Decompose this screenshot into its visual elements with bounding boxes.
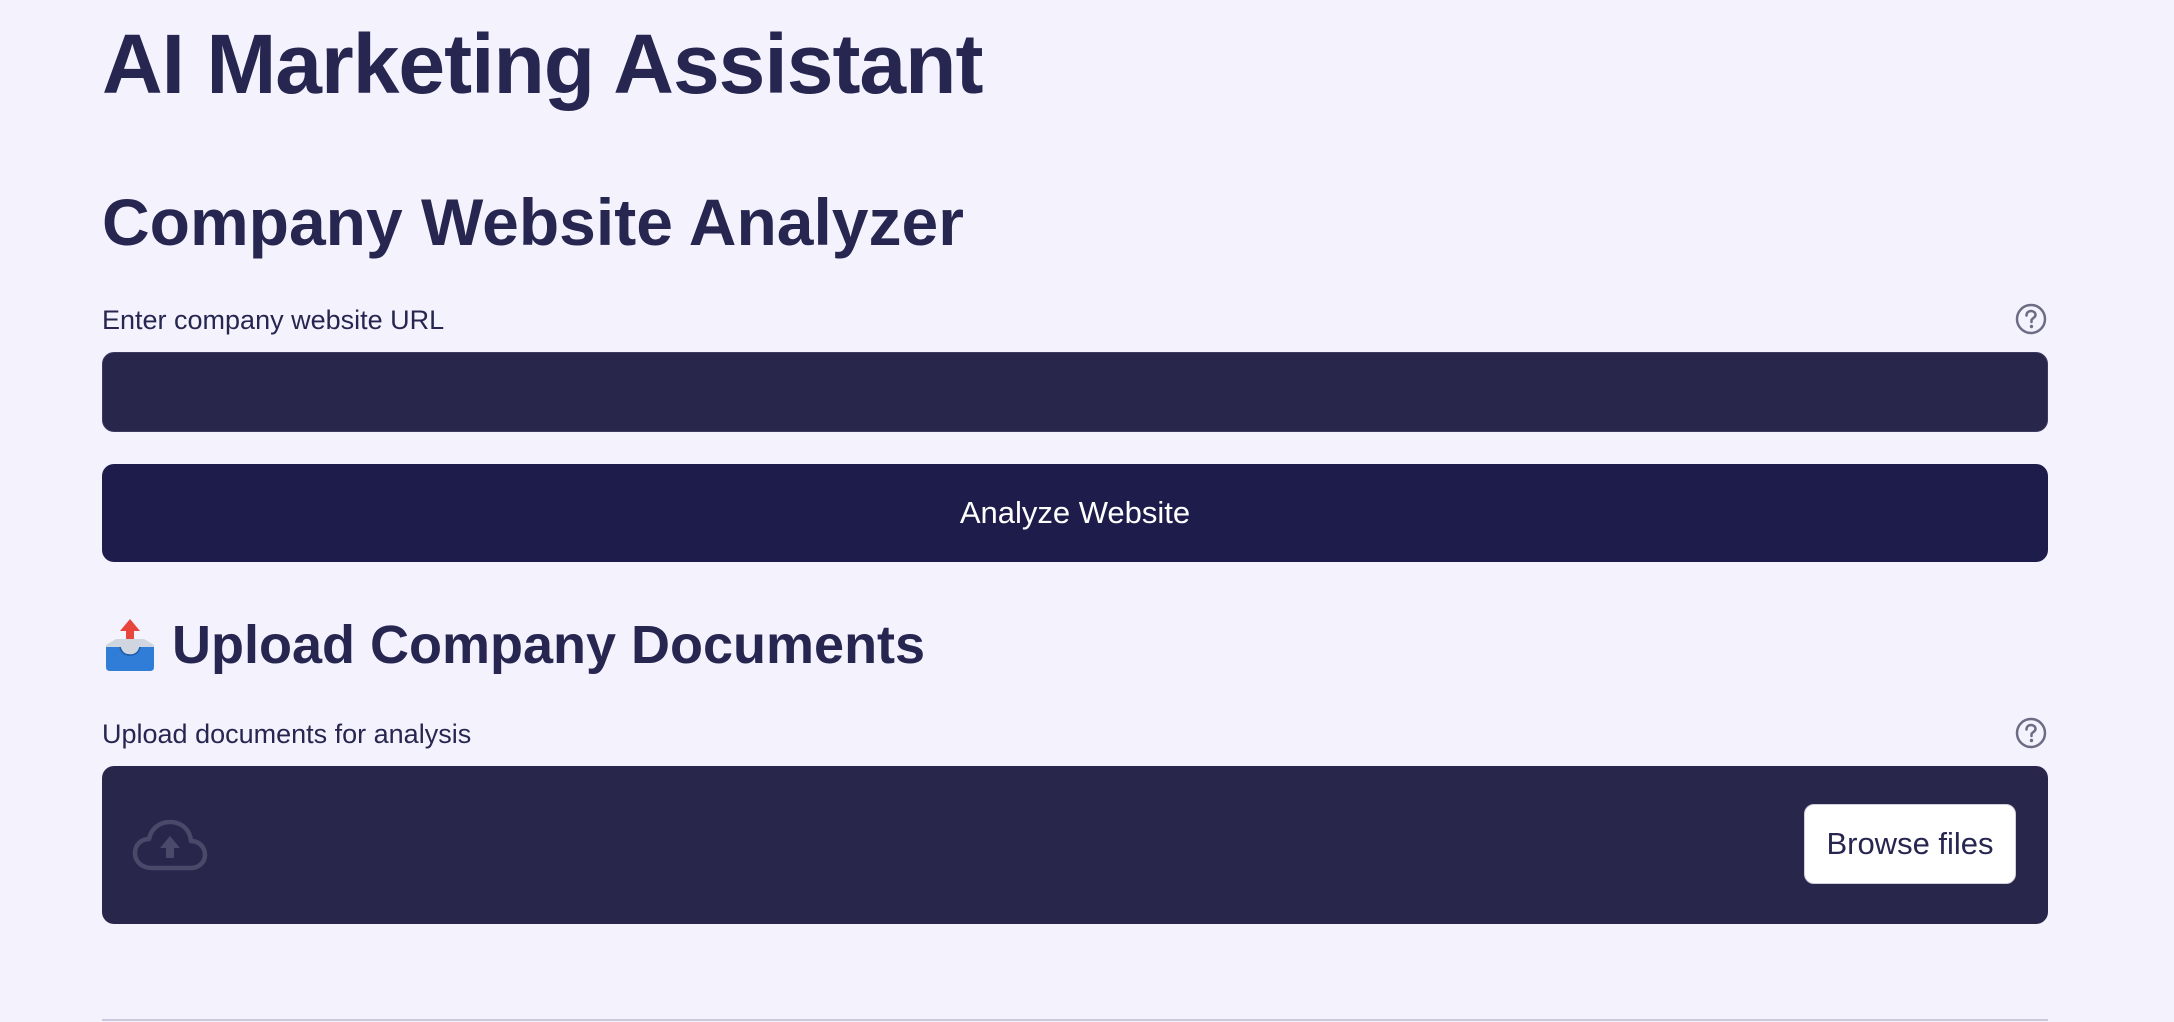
outbox-tray-icon xyxy=(106,619,154,671)
divider xyxy=(102,1019,2048,1021)
upload-field-label: Upload documents for analysis xyxy=(102,719,472,749)
upload-heading-text: Upload Company Documents xyxy=(172,615,926,675)
analyze-website-button[interactable]: Analyze Website xyxy=(102,464,2048,562)
app-page: AI Marketing Assistant Company Website A… xyxy=(0,0,2174,1022)
question-circle-icon[interactable] xyxy=(2014,302,2048,336)
website-url-input[interactable] xyxy=(102,352,2048,432)
file-dropzone[interactable]: Browse files xyxy=(102,766,2048,924)
cloud-upload-icon xyxy=(132,819,208,871)
url-field-label: Enter company website URL xyxy=(102,305,445,335)
page-title: AI Marketing Assistant xyxy=(102,17,983,111)
question-circle-icon[interactable] xyxy=(2014,716,2048,750)
upload-heading: Upload Company Documents xyxy=(102,610,925,680)
analyzer-heading: Company Website Analyzer xyxy=(102,185,964,259)
browse-files-button[interactable]: Browse files xyxy=(1804,804,2016,884)
